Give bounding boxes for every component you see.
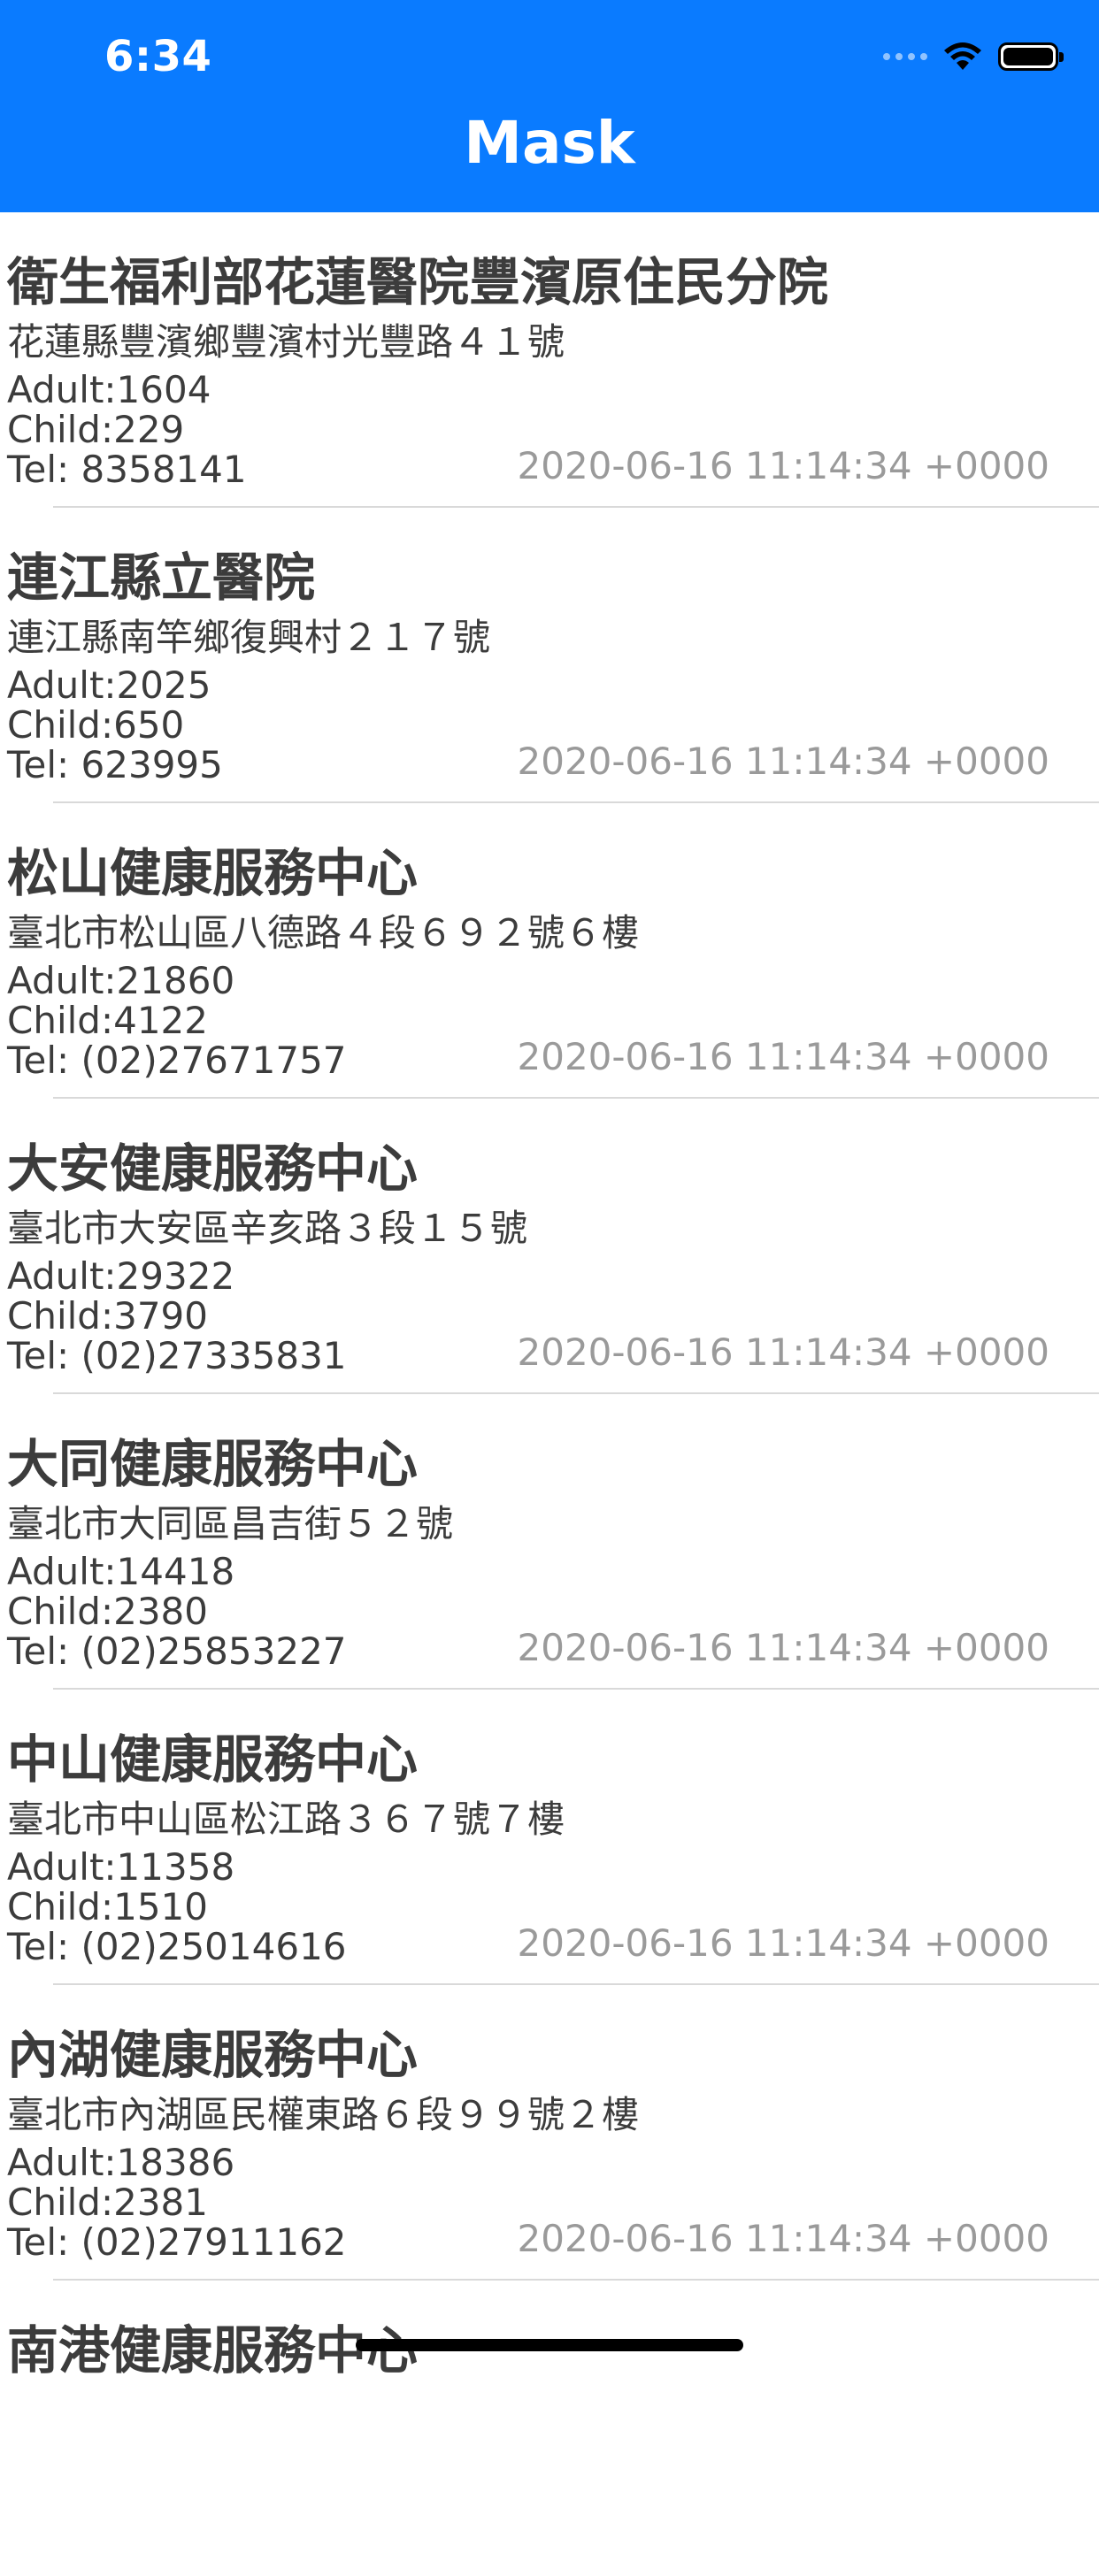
list-item[interactable]: 南港健康服務中心 xyxy=(0,2281,1099,2576)
home-indicator[interactable] xyxy=(356,2339,743,2351)
child-mask-count: Child:3790 xyxy=(7,1294,208,1338)
pharmacy-phone: Tel: (02)25014616 xyxy=(7,1925,347,1968)
list-item[interactable]: 中山健康服務中心 臺北市中山區松江路３６７號７樓 Adult:11358 Chi… xyxy=(0,1690,1099,1985)
status-bar-icons xyxy=(883,39,1064,74)
updated-timestamp: 2020-06-16 11:14:34 +0000 xyxy=(517,1626,1050,1669)
pharmacy-name: 松山健康服務中心 xyxy=(7,843,419,903)
pharmacy-phone: Tel: (02)25853227 xyxy=(7,1629,347,1673)
adult-mask-count: Adult:1604 xyxy=(7,368,211,411)
pharmacy-name: 內湖健康服務中心 xyxy=(7,2025,419,2085)
child-mask-count: Child:4122 xyxy=(7,999,208,1042)
wifi-icon xyxy=(944,42,981,70)
pharmacy-name: 衛生福利部花蓮醫院豐濱原住民分院 xyxy=(7,252,829,312)
adult-mask-count: Adult:11358 xyxy=(7,1845,235,1889)
pharmacy-name: 連江縣立醫院 xyxy=(7,548,316,608)
adult-mask-count: Adult:29322 xyxy=(7,1254,235,1298)
list-item[interactable]: 大同健康服務中心 臺北市大同區昌吉街５２號 Adult:14418 Child:… xyxy=(0,1394,1099,1690)
adult-mask-count: Adult:18386 xyxy=(7,2141,235,2184)
cellular-signal-icon xyxy=(883,53,927,60)
adult-mask-count: Adult:14418 xyxy=(7,1550,235,1593)
pharmacy-name: 中山健康服務中心 xyxy=(7,1729,419,1790)
list-item[interactable]: 大安健康服務中心 臺北市大安區辛亥路３段１５號 Adult:29322 Chil… xyxy=(0,1099,1099,1394)
pharmacy-address: 臺北市松山區八德路４段６９２號６樓 xyxy=(7,911,640,954)
pharmacy-list[interactable]: 衛生福利部花蓮醫院豐濱原住民分院 花蓮縣豐濱鄉豐濱村光豐路４１號 Adult:1… xyxy=(0,212,1099,2576)
list-item[interactable]: 衛生福利部花蓮醫院豐濱原住民分院 花蓮縣豐濱鄉豐濱村光豐路４１號 Adult:1… xyxy=(0,212,1099,508)
pharmacy-name: 大同健康服務中心 xyxy=(7,1434,419,1494)
child-mask-count: Child:650 xyxy=(7,703,185,747)
updated-timestamp: 2020-06-16 11:14:34 +0000 xyxy=(517,1330,1050,1374)
child-mask-count: Child:2380 xyxy=(7,1590,208,1633)
child-mask-count: Child:229 xyxy=(7,408,185,451)
pharmacy-address: 連江縣南竿鄉復興村２１７號 xyxy=(7,616,491,659)
child-mask-count: Child:1510 xyxy=(7,1885,208,1928)
updated-timestamp: 2020-06-16 11:14:34 +0000 xyxy=(517,444,1050,487)
pharmacy-address: 臺北市內湖區民權東路６段９９號２樓 xyxy=(7,2093,640,2136)
pharmacy-address: 臺北市大同區昌吉街５２號 xyxy=(7,1502,454,1545)
navigation-header: 6:34 Mask xyxy=(0,0,1099,212)
pharmacy-name: 南港健康服務中心 xyxy=(7,2320,419,2380)
pharmacy-address: 臺北市大安區辛亥路３段１５號 xyxy=(7,1207,528,1250)
list-item[interactable]: 松山健康服務中心 臺北市松山區八德路４段６９２號６樓 Adult:21860 C… xyxy=(0,803,1099,1099)
pharmacy-address: 花蓮縣豐濱鄉豐濱村光豐路４１號 xyxy=(7,320,565,364)
adult-mask-count: Adult:21860 xyxy=(7,959,235,1002)
pharmacy-phone: Tel: (02)27671757 xyxy=(7,1039,347,1082)
updated-timestamp: 2020-06-16 11:14:34 +0000 xyxy=(517,2217,1050,2260)
status-bar-time: 6:34 xyxy=(104,32,212,81)
adult-mask-count: Adult:2025 xyxy=(7,663,211,707)
pharmacy-phone: Tel: (02)27911162 xyxy=(7,2220,347,2264)
page-title: Mask xyxy=(464,109,635,177)
updated-timestamp: 2020-06-16 11:14:34 +0000 xyxy=(517,1035,1050,1078)
battery-icon xyxy=(998,42,1064,71)
child-mask-count: Child:2381 xyxy=(7,2181,208,2224)
pharmacy-name: 大安健康服務中心 xyxy=(7,1138,419,1199)
updated-timestamp: 2020-06-16 11:14:34 +0000 xyxy=(517,740,1050,783)
pharmacy-phone: Tel: (02)27335831 xyxy=(7,1334,347,1377)
pharmacy-phone: Tel: 623995 xyxy=(7,743,223,786)
pharmacy-address: 臺北市中山區松江路３６７號７樓 xyxy=(7,1798,565,1841)
list-item[interactable]: 內湖健康服務中心 臺北市內湖區民權東路６段９９號２樓 Adult:18386 C… xyxy=(0,1985,1099,2281)
list-item[interactable]: 連江縣立醫院 連江縣南竿鄉復興村２１７號 Adult:2025 Child:65… xyxy=(0,508,1099,803)
pharmacy-phone: Tel: 8358141 xyxy=(7,448,247,491)
updated-timestamp: 2020-06-16 11:14:34 +0000 xyxy=(517,1921,1050,1965)
